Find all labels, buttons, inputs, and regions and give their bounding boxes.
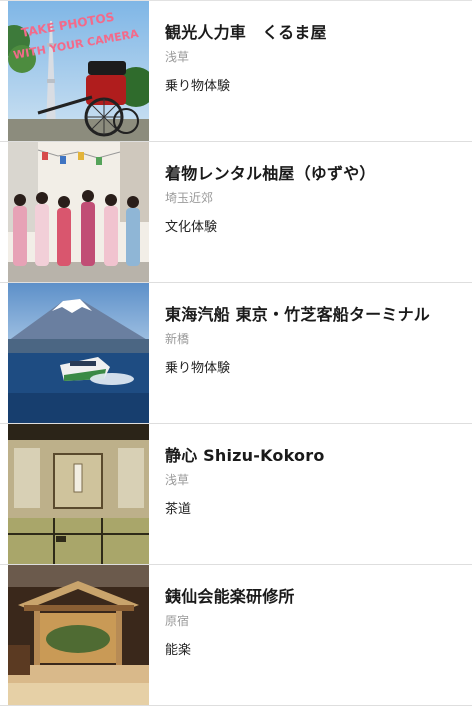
listing-title[interactable]: 静心 Shizu-Kokoro — [165, 442, 325, 466]
list-item[interactable]: 静心 Shizu-Kokoro 浅草 茶道 — [0, 424, 472, 565]
listing-category: 文化体験 — [165, 220, 218, 235]
listing-area: 新橋 — [165, 332, 190, 346]
listing-area: 浅草 — [165, 50, 190, 64]
list-item[interactable]: 銕仙会能楽研修所 原宿 能楽 — [0, 565, 472, 706]
listing-title[interactable]: 銕仙会能楽研修所 — [165, 583, 295, 607]
ferry-photo[interactable] — [8, 283, 149, 423]
listing-area: 原宿 — [165, 614, 190, 628]
listing-category: 乗り物体験 — [165, 361, 231, 376]
tearoom-photo[interactable] — [8, 424, 149, 564]
listing-title[interactable]: 観光人力車 くるま屋 — [165, 19, 327, 43]
listing-category: 茶道 — [165, 502, 192, 517]
noh-stage-photo[interactable] — [8, 565, 149, 705]
rickshaw-photo[interactable]: TAKE PHOTOS WITH YOUR CAMERA — [8, 1, 149, 141]
listing-title[interactable]: 東海汽船 東京・竹芝客船ターミナル — [165, 301, 430, 325]
kimono-photo[interactable] — [8, 142, 149, 282]
list-item[interactable]: 東海汽船 東京・竹芝客船ターミナル 新橋 乗り物体験 — [0, 283, 472, 424]
listing-area: 浅草 — [165, 473, 190, 487]
listing-area: 埼玉近郊 — [165, 191, 214, 205]
listing-title[interactable]: 着物レンタル柚屋（ゆずや） — [165, 160, 376, 184]
listing-category: 乗り物体験 — [165, 79, 231, 94]
listing-list: TAKE PHOTOS WITH YOUR CAMERA 観光人力車 くるま屋 … — [0, 0, 472, 714]
listing-category: 能楽 — [165, 643, 192, 658]
list-item[interactable]: 着物レンタル柚屋（ゆずや） 埼玉近郊 文化体験 — [0, 142, 472, 283]
list-item[interactable]: TAKE PHOTOS WITH YOUR CAMERA 観光人力車 くるま屋 … — [0, 1, 472, 142]
